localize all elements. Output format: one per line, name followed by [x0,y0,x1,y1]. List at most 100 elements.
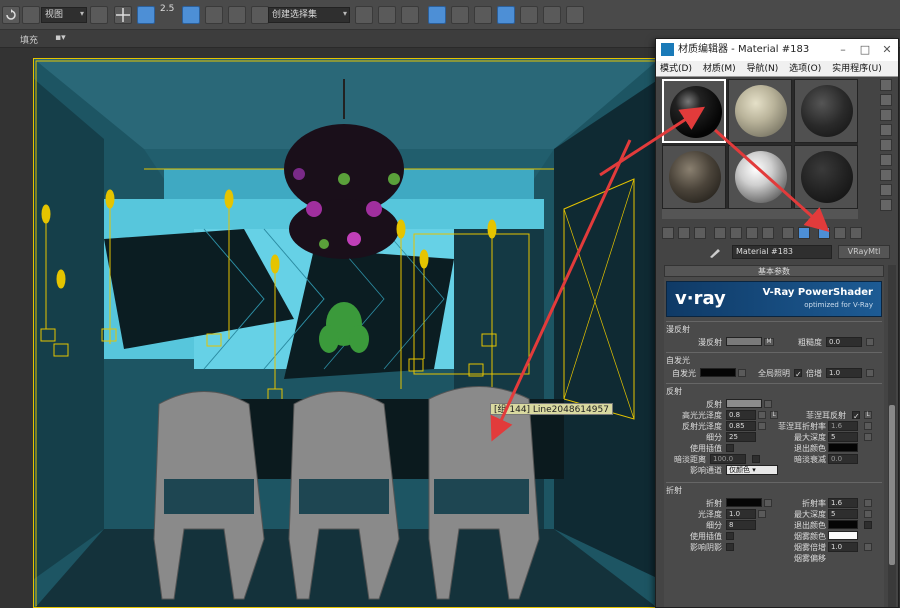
refl-exit-color-swatch[interactable] [828,443,858,452]
affect-shadows-checkbox[interactable] [726,543,734,551]
roughness-input[interactable]: 0.0 [826,337,862,347]
show-end-result-icon[interactable] [818,227,830,239]
sample-type-icon[interactable] [880,79,892,91]
make-preview-icon[interactable] [880,154,892,166]
dim-falloff-input[interactable]: 0.0 [828,454,858,464]
slots-scrollbar[interactable] [662,209,858,219]
make-unique-icon[interactable] [746,227,758,239]
roughness-map-button[interactable] [866,338,874,346]
layer-manager-icon[interactable] [401,6,419,24]
rendered-frame-icon[interactable] [543,6,561,24]
options-icon[interactable] [880,169,892,181]
refract-color-swatch[interactable] [726,498,762,507]
move-icon[interactable] [114,6,132,24]
diffuse-color-swatch[interactable] [726,337,762,346]
make-copy-icon[interactable] [730,227,742,239]
refract-exit-color-swatch[interactable] [828,520,858,529]
refract-use-interp-checkbox[interactable] [726,532,734,540]
select-move-icon[interactable] [137,6,155,24]
fog-color-swatch[interactable] [828,531,858,540]
dim-distance-input[interactable]: 100.0 [710,454,746,464]
material-editor-icon[interactable] [497,6,515,24]
minimize-icon[interactable]: – [832,39,854,61]
material-id-icon[interactable] [782,227,794,239]
fresnel-ior-input[interactable]: 1.6 [828,421,858,431]
close-icon[interactable]: ✕ [876,39,898,61]
affect-channels-select[interactable]: 仅颜色 ▾ [726,465,778,475]
viewport[interactable]: [组 144] Line2048614957 [33,58,658,608]
refl-gloss-input[interactable]: 0.85 [726,421,756,431]
ior-map-button[interactable] [864,499,872,507]
put-to-scene-icon[interactable] [678,227,690,239]
show-shaded-material-icon[interactable] [798,227,810,239]
reset-map-icon[interactable] [714,227,726,239]
fresnel-lock-button[interactable]: L [864,411,872,419]
assign-material-icon[interactable] [694,227,706,239]
ior-input[interactable]: 1.6 [828,498,858,508]
mirror-icon[interactable] [355,6,373,24]
fresnel-ior-spinner[interactable] [864,422,872,430]
backlight-icon[interactable] [880,94,892,106]
select-by-material-icon[interactable] [880,184,892,196]
background-icon[interactable] [880,109,892,121]
menu-options[interactable]: 选项(O) [789,64,821,74]
select-object-icon[interactable] [22,6,40,24]
snap-toggle-icon[interactable] [182,6,200,24]
go-to-parent-icon[interactable] [834,227,846,239]
reflect-color-swatch[interactable] [726,399,762,408]
refract-subdivs-input[interactable]: 8 [726,520,756,530]
refl-gloss-map-button[interactable] [758,422,766,430]
refract-gloss-map-button[interactable] [758,510,766,518]
refl-use-interp-checkbox[interactable] [726,444,734,452]
put-to-library-icon[interactable] [762,227,774,239]
go-forward-sibling-icon[interactable] [850,227,862,239]
render-icon[interactable] [566,6,584,24]
material-navigator-icon[interactable] [880,199,892,211]
fill-dropdown-icon[interactable]: ▪▾ [55,33,66,43]
schematic-view-icon[interactable] [474,6,492,24]
parameters-scrollbar[interactable] [888,265,896,607]
edit-named-selection-icon[interactable] [251,6,269,24]
refract-exit-color-checkbox[interactable] [864,521,872,529]
reflect-map-button[interactable] [764,400,772,408]
self-illum-color-swatch[interactable] [700,368,736,377]
scene-explorer-icon[interactable] [428,6,446,24]
refract-gloss-input[interactable]: 1.0 [726,509,756,519]
hilight-gloss-input[interactable]: 0.8 [726,410,756,420]
sample-slot-5[interactable] [728,145,792,209]
fresnel-checkbox[interactable]: ✓ [852,411,860,421]
pivot-icon[interactable] [90,6,108,24]
refract-max-depth-input[interactable]: 5 [828,509,858,519]
hilight-gloss-map-button[interactable] [758,411,766,419]
scroll-thumb[interactable] [889,405,895,565]
fog-mult-spinner[interactable] [864,543,872,551]
selection-set-combo[interactable]: 创建选择集 ▾ [268,7,350,23]
align-icon[interactable] [378,6,396,24]
menu-navigation[interactable]: 导航(N) [747,64,779,74]
sample-slot-2[interactable] [728,79,792,143]
pick-material-icon[interactable] [708,246,722,258]
material-type-button[interactable]: VRayMtl [838,245,890,259]
refl-subdivs-input[interactable]: 25 [726,432,756,442]
menu-utilities[interactable]: 实用程序(U) [832,64,882,74]
self-illum-map-button[interactable] [738,369,746,377]
percent-snap-icon[interactable] [205,6,223,24]
material-editor-titlebar[interactable]: 材质编辑器 - Material #183 – □ ✕ [656,39,898,61]
menu-material[interactable]: 材质(M) [703,64,736,74]
fog-mult-input[interactable]: 1.0 [828,542,858,552]
refl-max-depth-spinner[interactable] [864,433,872,441]
sample-slot-1[interactable] [662,79,726,143]
material-editor-window[interactable]: 材质编辑器 - Material #183 – □ ✕ 模式(D) 材质(M) … [655,38,899,608]
hilight-lock-button[interactable]: L [770,411,778,419]
sample-slot-6[interactable] [794,145,858,209]
material-name-field[interactable]: Material #183 [732,245,832,259]
menu-modes[interactable]: 模式(D) [660,64,692,74]
maximize-icon[interactable]: □ [854,39,876,61]
sample-slot-3[interactable] [794,79,858,143]
refract-max-depth-spinner[interactable] [864,510,872,518]
multiplier-spinner[interactable] [866,369,874,377]
get-material-icon[interactable] [662,227,674,239]
render-setup-icon[interactable] [520,6,538,24]
video-check-icon[interactable] [880,139,892,151]
uv-tiling-icon[interactable] [880,124,892,136]
